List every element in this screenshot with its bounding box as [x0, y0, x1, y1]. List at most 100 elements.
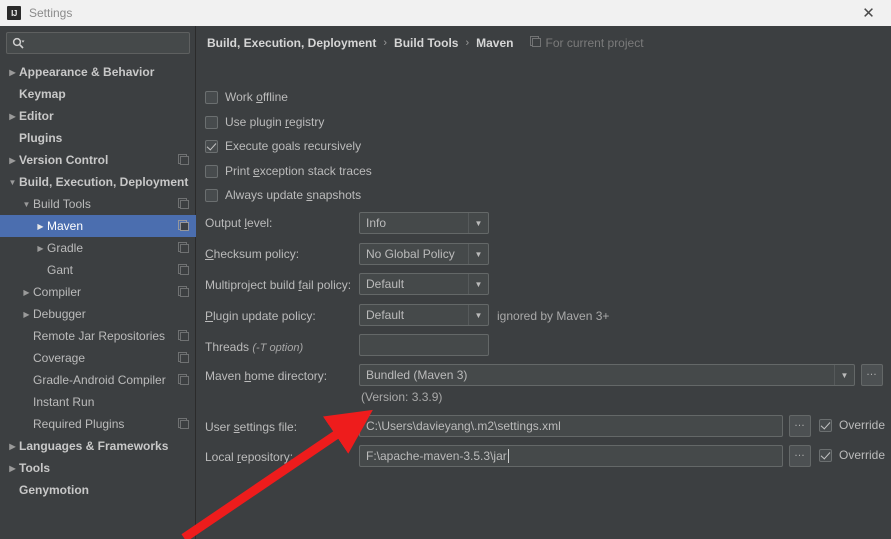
sidebar-item-build-tools[interactable]: ▼ Build Tools [0, 193, 196, 215]
chevron-right-icon[interactable]: ▶ [34, 244, 47, 253]
window-title: Settings [29, 6, 73, 20]
output-level-value: Info [366, 216, 387, 230]
user-settings-browse-button[interactable]: … [789, 415, 811, 437]
breadcrumb-segment-2[interactable]: Build Tools [394, 36, 458, 50]
sidebar-item-gradle[interactable]: ▶ Gradle [0, 237, 196, 259]
multiproject-policy-label: Multiproject build fail policy: [205, 278, 352, 292]
sidebar-item-appearance-behavior[interactable]: ▶ Appearance & Behavior [0, 61, 196, 83]
checkbox-input[interactable] [205, 139, 218, 153]
sidebar-item-keymap[interactable]: ▶Keymap [0, 83, 196, 105]
threads-input[interactable] [359, 334, 489, 356]
chevron-down-icon[interactable]: ▼ [468, 274, 488, 294]
sidebar-item-tools[interactable]: ▶ Tools [0, 457, 196, 479]
maven-home-browse-button[interactable]: … [861, 364, 883, 386]
output-level-label: Output level: [205, 216, 273, 230]
breadcrumb-separator: › [465, 37, 470, 49]
search-box[interactable] [6, 32, 190, 54]
chevron-down-icon[interactable]: ▼ [468, 213, 488, 233]
chevron-right-icon[interactable]: ▶ [6, 112, 19, 121]
sidebar-item-label: Languages & Frameworks [19, 439, 169, 453]
user-settings-override-checkbox[interactable] [819, 418, 832, 432]
project-config-icon [178, 220, 189, 231]
multiproject-policy-dropdown[interactable]: Default ▼ [359, 273, 489, 295]
checkbox-use-plugin-registry[interactable]: Use plugin registry [205, 115, 324, 129]
sidebar-item-debugger[interactable]: ▶ Debugger [0, 303, 196, 325]
text-caret [507, 449, 509, 463]
checkbox-work-offline[interactable]: Work offline [205, 90, 288, 104]
chevron-right-icon[interactable]: ▶ [6, 464, 19, 473]
sidebar-item-label: Build Tools [33, 197, 91, 211]
checkbox-input[interactable] [205, 164, 218, 178]
settings-dialog: IJ Settings ✕ ▶Appearance & Behavior▶Key… [0, 0, 891, 539]
checkbox-print-exception-stack-traces[interactable]: Print exception stack traces [205, 164, 372, 178]
sidebar-item-build-execution-deployment[interactable]: ▼ Build, Execution, Deployment [0, 171, 196, 193]
maven-home-dropdown[interactable]: Bundled (Maven 3) ▼ [359, 364, 855, 386]
chevron-down-icon[interactable]: ▼ [20, 200, 33, 209]
checkbox-input[interactable] [205, 115, 218, 129]
close-icon[interactable]: ✕ [846, 0, 891, 26]
chevron-down-icon[interactable]: ▼ [468, 244, 488, 264]
chevron-right-icon[interactable]: ▶ [6, 156, 19, 165]
local-repository-browse-button[interactable]: … [789, 445, 811, 467]
plugin-update-policy-dropdown[interactable]: Default ▼ [359, 304, 489, 326]
chevron-right-icon[interactable]: ▶ [20, 310, 33, 319]
checkbox-always-update-snapshots[interactable]: Always update snapshots [205, 188, 361, 202]
sidebar-item-gant[interactable]: ▶Gant [0, 259, 196, 281]
chevron-down-icon[interactable]: ▼ [6, 178, 19, 187]
sidebar-item-plugins[interactable]: ▶Plugins [0, 127, 196, 149]
chevron-right-icon[interactable]: ▶ [34, 222, 47, 231]
sidebar-item-label: Appearance & Behavior [19, 65, 155, 79]
breadcrumb-separator: › [383, 37, 388, 49]
multiproject-policy-value: Default [366, 277, 405, 291]
local-repository-input[interactable]: F:\apache-maven-3.5.3\jar [359, 445, 783, 467]
checkbox-label: Work offline [225, 90, 288, 104]
checksum-policy-value: No Global Policy [366, 247, 455, 261]
settings-tree: ▶Appearance & Behavior▶Keymap▶Editor▶Plu… [0, 61, 196, 501]
sidebar-item-label: Remote Jar Repositories [33, 329, 166, 343]
project-scope-text: For current project [545, 36, 644, 50]
checkbox-input[interactable] [205, 90, 218, 104]
breadcrumb-segment-1[interactable]: Build, Execution, Deployment [207, 36, 376, 50]
sidebar-item-remote-jar-repositories[interactable]: ▶Remote Jar Repositories [0, 325, 196, 347]
project-config-icon [178, 154, 189, 165]
sidebar-item-editor[interactable]: ▶ Editor [0, 105, 196, 127]
project-config-icon [178, 374, 189, 385]
sidebar-item-genymotion[interactable]: ▶Genymotion [0, 479, 196, 501]
local-repository-override[interactable]: Override [819, 448, 885, 462]
sidebar-item-compiler[interactable]: ▶ Compiler [0, 281, 196, 303]
maven-home-value: Bundled (Maven 3) [366, 368, 468, 382]
project-scope-label: For current project [529, 36, 644, 50]
sidebar-item-required-plugins[interactable]: ▶Required Plugins [0, 413, 196, 435]
plugin-update-policy-value: Default [366, 308, 405, 322]
checkbox-label: Print exception stack traces [225, 164, 372, 178]
checkbox-input[interactable] [205, 188, 218, 202]
output-level-dropdown[interactable]: Info ▼ [359, 212, 489, 234]
sidebar-item-label: Compiler [33, 285, 82, 299]
search-input[interactable] [25, 36, 189, 50]
breadcrumb: Build, Execution, Deployment › Build Too… [207, 36, 644, 50]
sidebar-item-version-control[interactable]: ▶ Version Control [0, 149, 196, 171]
checksum-policy-dropdown[interactable]: No Global Policy ▼ [359, 243, 489, 265]
breadcrumb-segment-3[interactable]: Maven [476, 36, 513, 50]
project-config-icon [178, 418, 189, 429]
project-config-icon [529, 36, 541, 50]
local-repository-value: F:\apache-maven-3.5.3\jar [366, 449, 507, 463]
sidebar-item-label: Genymotion [19, 483, 90, 497]
chevron-down-icon[interactable]: ▼ [468, 305, 488, 325]
sidebar-item-languages-frameworks[interactable]: ▶ Languages & Frameworks [0, 435, 196, 457]
user-settings-override[interactable]: Override [819, 418, 885, 432]
chevron-right-icon[interactable]: ▶ [20, 288, 33, 297]
local-repository-override-checkbox[interactable] [819, 448, 832, 462]
sidebar-item-label: Gradle [47, 241, 84, 255]
sidebar-item-gradle-android-compiler[interactable]: ▶Gradle-Android Compiler [0, 369, 196, 391]
chevron-down-icon[interactable]: ▼ [834, 365, 854, 385]
chevron-right-icon[interactable]: ▶ [6, 68, 19, 77]
local-repository-label: Local repository: [205, 450, 294, 464]
sidebar-item-coverage[interactable]: ▶Coverage [0, 347, 196, 369]
user-settings-input[interactable]: C:\Users\davieyang\.m2\settings.xml [359, 415, 783, 437]
sidebar-item-maven[interactable]: ▶ Maven [0, 215, 196, 237]
sidebar-item-instant-run[interactable]: ▶Instant Run [0, 391, 196, 413]
checkbox-execute-goals-recursively[interactable]: Execute goals recursively [205, 139, 361, 153]
chevron-right-icon[interactable]: ▶ [6, 442, 19, 451]
project-config-icon [178, 242, 189, 253]
